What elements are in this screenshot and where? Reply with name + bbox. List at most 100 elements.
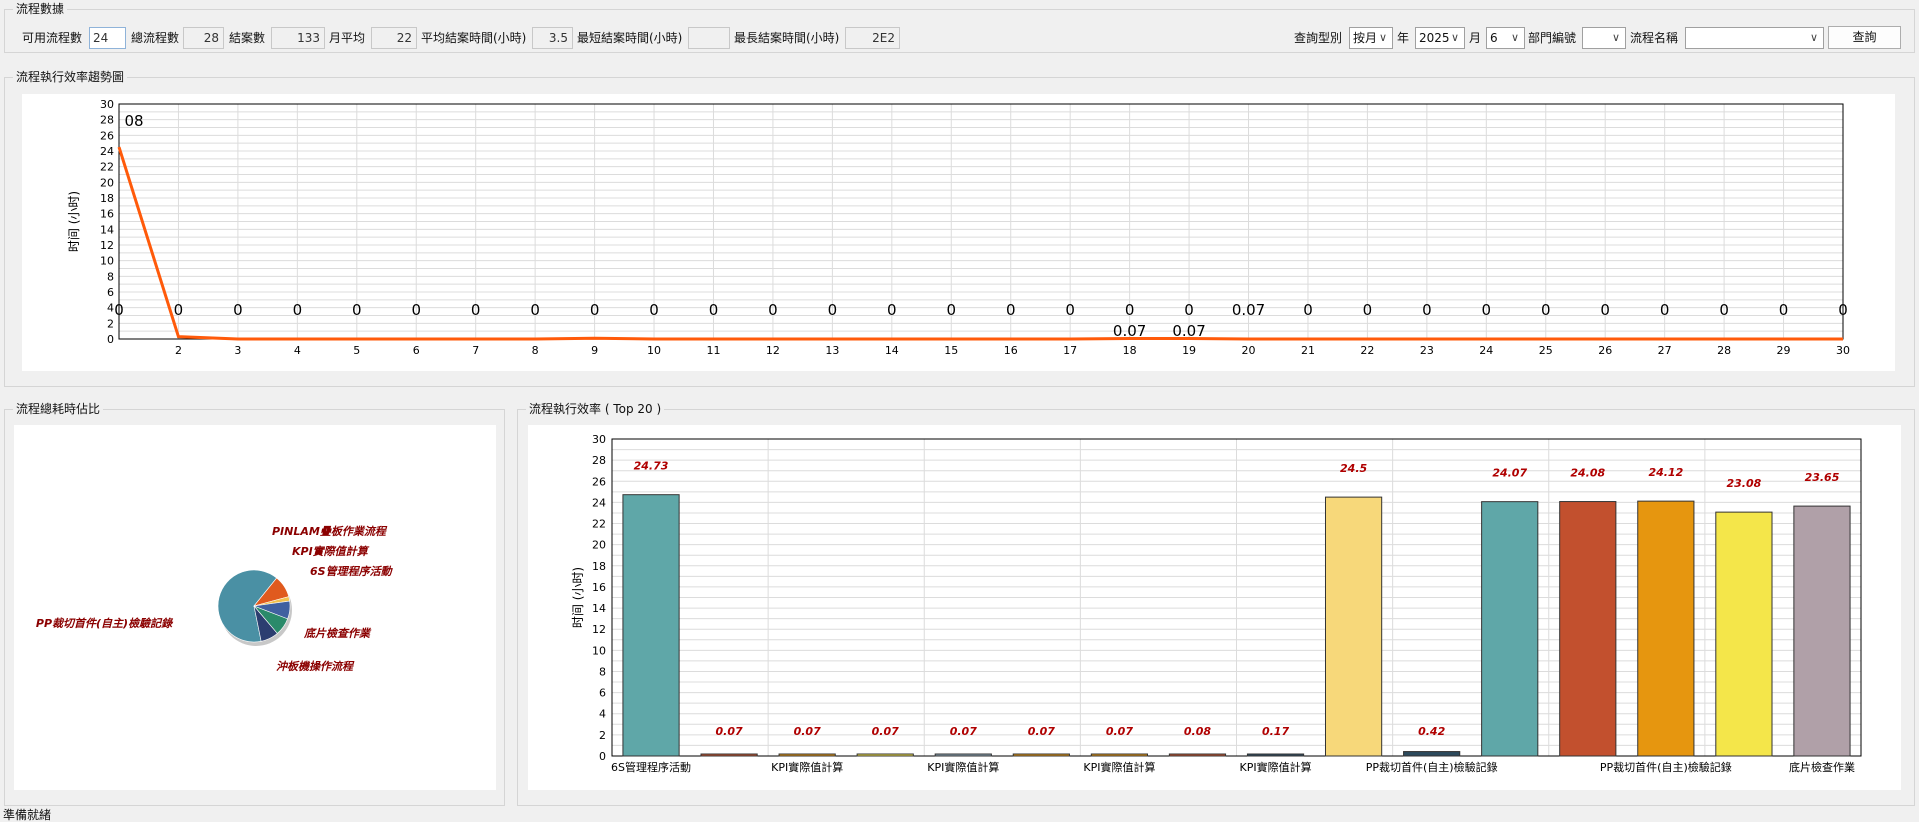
y-tick-label: 10 <box>100 255 114 268</box>
bar-value-label: 23.65 <box>1805 471 1840 484</box>
bar-value-label: 0.42 <box>1418 725 1445 738</box>
data-label: 0 <box>1541 301 1551 319</box>
x-tick-label: 20 <box>1242 344 1256 357</box>
bar-title: 流程執行效率 ( Top 20 ) <box>526 401 665 417</box>
data-label: 0 <box>1006 301 1016 319</box>
bar-value-label: 24.73 <box>634 460 669 473</box>
top20-bar-chart: 024681012141618202224262830时间 (小时)24.730… <box>571 433 1862 774</box>
pie-slice-label: 底片檢查作業 <box>303 627 372 640</box>
search-button[interactable]: 查詢 <box>1828 26 1901 49</box>
y-tick-label: 28 <box>100 114 114 127</box>
y-tick-label: 14 <box>592 602 606 615</box>
chevron-down-icon: ∨ <box>1611 31 1620 44</box>
dept-select[interactable]: ∨ <box>1582 27 1626 49</box>
month-value: 6 <box>1490 31 1498 45</box>
stats-title: 流程數據 <box>13 1 68 17</box>
x-tick-label: 27 <box>1658 344 1672 357</box>
bar <box>1559 501 1617 757</box>
pie-slice-label: PINLAM疊板作業流程 <box>272 525 388 538</box>
chevron-down-icon: ∨ <box>1378 31 1387 44</box>
x-tick-label: 底片檢查作業 <box>1789 760 1855 774</box>
data-label: 0 <box>947 301 957 319</box>
x-tick-label: 23 <box>1420 344 1434 357</box>
monthly-field: 22 <box>371 27 417 49</box>
trend-line-chart: 0246810121416182022242628302 3 4 5 6 7 8 9 10 11 1… <box>67 98 1850 357</box>
data-label: 0 <box>293 301 303 319</box>
chevron-down-icon: ∨ <box>1450 31 1459 44</box>
x-tick-label: 24 <box>1479 344 1493 357</box>
avg-field: 3.5 <box>532 27 573 49</box>
month-label: 月 <box>1469 31 1482 45</box>
data-label: 0 <box>1184 301 1194 319</box>
data-label: 0.07 <box>1232 301 1265 319</box>
data-label: 0 <box>233 301 243 319</box>
pie-slice-label: 6S管理程序活動 <box>310 565 394 578</box>
max-label: 最長結案時間(小時) <box>734 31 840 45</box>
y-axis-label: 时间 (小时) <box>571 567 585 628</box>
y-tick-label: 4 <box>599 708 606 721</box>
year-select[interactable]: 2025 ∨ <box>1415 27 1465 49</box>
data-label: 0 <box>174 301 184 319</box>
time-share-pie-chart: PP裁切首件(自主)檢驗記錄 PINLAM疊板作業流程 KPI實際值計算 6S管理程序… <box>36 525 394 673</box>
bar-value-label: 24.08 <box>1570 467 1605 480</box>
pie-title: 流程總耗時佔比 <box>13 401 104 417</box>
x-tick-label: 10 <box>647 344 661 357</box>
x-tick-label: 30 <box>1836 344 1850 357</box>
y-tick-label: 10 <box>592 644 606 657</box>
x-tick-label: 6 <box>413 344 420 357</box>
y-tick-label: 12 <box>100 239 114 252</box>
bar <box>1793 505 1851 757</box>
data-label: 0 <box>709 301 719 319</box>
y-tick-label: 16 <box>592 581 606 594</box>
x-tick-label: 19 <box>1182 344 1196 357</box>
data-label: 0.07 <box>1113 322 1146 340</box>
x-tick-label: PP裁切首件(自主)檢驗記錄 <box>1366 760 1498 774</box>
y-tick-label: 12 <box>592 623 606 636</box>
x-tick-label: 2 <box>175 344 182 357</box>
bar <box>856 753 914 757</box>
trend-chart-panel: 0 2 4 6 8 10 12 14 16 18 20 22 24 26 28 30 2 3 4 5 6 7 8 9 10 11 1… <box>22 94 1895 371</box>
bar-value-label: 0.17 <box>1262 725 1289 738</box>
y-tick-label: 2 <box>107 317 114 330</box>
data-label: 0 <box>1719 301 1729 319</box>
min-field <box>688 27 730 49</box>
x-tick-label: 14 <box>885 344 899 357</box>
monthly-label: 月平均 <box>329 31 366 45</box>
data-label: 0 <box>1482 301 1492 319</box>
bar-value-label: 0.07 <box>716 725 743 738</box>
data-label: 0 <box>530 301 540 319</box>
y-axis-label: 时间 (小时) <box>67 191 81 252</box>
bar <box>1012 753 1070 757</box>
x-tick-label: PP裁切首件(自主)檢驗記錄 <box>1600 760 1732 774</box>
month-select[interactable]: 6 ∨ <box>1486 27 1525 49</box>
trend-title: 流程執行效率趨勢圖 <box>13 69 128 85</box>
y-tick-label: 22 <box>592 518 606 531</box>
bar-value-label: 24.12 <box>1648 466 1683 479</box>
y-tick-label: 18 <box>100 192 114 205</box>
y-tick-label: 8 <box>107 270 114 283</box>
x-tick-label: 16 <box>1004 344 1018 357</box>
available-field[interactable]: 24 <box>89 27 126 49</box>
bar-chart-panel: 0 2 4 6 8 10 12 14 16 18 20 22 24 26 28 30 时间 (小时) 24.73 0… <box>528 425 1901 790</box>
bar-value-label: 24.07 <box>1492 467 1527 480</box>
query-type-select[interactable]: 按月 ∨ <box>1349 27 1393 49</box>
x-tick-label: 9 <box>591 344 598 357</box>
process-name-select[interactable]: ∨ <box>1685 27 1824 49</box>
closed-label: 結案數 <box>229 31 266 45</box>
closed-field: 133 <box>271 27 325 49</box>
x-tick-label: 18 <box>1123 344 1137 357</box>
bar <box>1637 500 1695 757</box>
bar <box>1090 753 1149 757</box>
bar-value-label: 0.07 <box>1106 725 1133 738</box>
x-tick-label: 6S管理程序活動 <box>611 760 691 774</box>
y-tick-label: 24 <box>100 145 114 158</box>
data-label: 0 <box>887 301 897 319</box>
x-tick-label: 28 <box>1717 344 1731 357</box>
x-tick-label: 25 <box>1539 344 1553 357</box>
y-tick-label: 28 <box>592 454 606 467</box>
x-tick-label: 29 <box>1777 344 1791 357</box>
y-tick-label: 6 <box>599 687 606 700</box>
bar-value-label: 23.08 <box>1727 477 1762 490</box>
y-tick-label: 0 <box>107 333 114 346</box>
y-tick-label: 2 <box>599 729 606 742</box>
